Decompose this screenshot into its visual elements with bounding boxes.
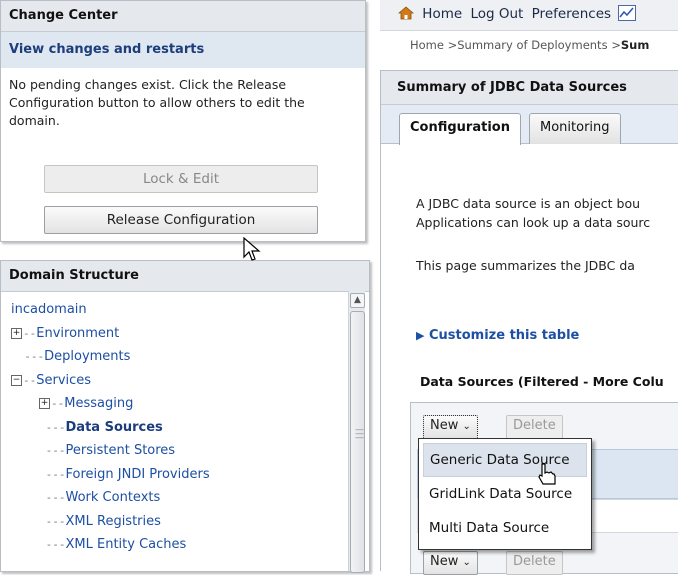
tree-item-label[interactable]: Work Contexts [66,490,161,505]
tree-item-label[interactable]: Foreign JNDI Providers [66,467,210,482]
tree-item-messaging[interactable]: + --Messaging [11,392,369,416]
tree-item-foreign-jndi[interactable]: ---Foreign JNDI Providers [11,463,369,487]
domain-structure-title: Domain Structure [1,261,369,292]
tree-item-services[interactable]: − --Services [11,369,369,393]
scroll-grip-icon: — — — [355,425,364,443]
description-line-1: A JDBC data source is an object bou [416,196,641,211]
description-line-2: Applications can look up a data sourc [416,215,651,230]
tab-bar: Configuration Monitoring [381,105,678,145]
left-column: Change Center View changes and restarts … [0,0,374,573]
domain-structure-panel: Domain Structure incadomain + --Environme… [0,260,370,573]
tree-item-deployments[interactable]: ---Deployments [11,345,369,369]
tree-item-label[interactable]: XML Entity Caches [66,537,187,552]
disclosure-triangle-icon[interactable]: ▶ [416,329,424,342]
customize-table-label[interactable]: Customize this table [429,328,579,343]
change-center-message: No pending changes exist. Click the Rele… [9,77,305,128]
chevron-down-icon[interactable]: ⌄ [463,421,471,432]
change-center-title: Change Center [1,1,365,32]
preferences-link[interactable]: Preferences [532,6,611,22]
hand-cursor [538,463,556,485]
expander-icon[interactable]: + [11,327,22,339]
home-icon[interactable] [398,6,414,20]
breadcrumb-current: Sum [620,38,650,52]
tree-item-label[interactable]: Services [36,373,91,388]
lock-edit-button[interactable]: Lock & Edit [44,165,318,193]
delete-button[interactable]: Delete [506,415,563,439]
new-dropdown-menu: Generic Data Source GridLink Data Source… [418,438,592,550]
delete-button-bottom[interactable]: Delete [506,551,563,575]
expander-icon[interactable]: − [11,374,22,386]
release-configuration-button[interactable]: Release Configuration [44,206,318,234]
tree-item-label[interactable]: Environment [36,326,119,341]
tree-item-label[interactable]: Deployments [44,349,130,364]
new-button[interactable]: New ⌄ [423,415,478,439]
chart-icon[interactable] [618,5,637,21]
menu-item-generic-data-source[interactable]: Generic Data Source [423,443,587,477]
tree-item-label[interactable]: XML Registries [66,514,161,529]
menu-item-gridlink-data-source[interactable]: GridLink Data Source [419,477,591,511]
tree-item-label[interactable]: Data Sources [66,420,163,435]
tree-root[interactable]: incadomain [11,298,369,322]
new-button-label[interactable]: New [430,418,458,433]
tree-item-xml-entity-caches[interactable]: ---XML Entity Caches [11,533,369,557]
description-line-3: This page summarizes the JDBC da [416,258,635,273]
customize-table-link[interactable]: ▶ Customize this table [416,328,579,343]
change-center-panel: Change Center View changes and restarts … [0,0,366,242]
expander-icon[interactable]: + [39,398,50,409]
tree-item-persistent-stores[interactable]: ---Persistent Stores [11,439,369,463]
tree-item-environment[interactable]: + --Environment [11,322,369,346]
domain-tree: incadomain + --Environment ---Deployments… [1,292,369,557]
new-button-label[interactable]: New [430,554,458,569]
tree-item-data-sources[interactable]: ---Data Sources [11,416,369,440]
tab-configuration[interactable]: Configuration [399,113,521,145]
menu-item-multi-data-source[interactable]: Multi Data Source [419,511,591,545]
breadcrumb: Home >Summary of Deployments >Sum [410,38,649,52]
summary-title: Summary of JDBC Data Sources [381,71,678,105]
data-sources-table-title: Data Sources (Filtered - More Colu [420,374,664,389]
tree-root-label[interactable]: incadomain [11,302,87,317]
tree-item-xml-registries[interactable]: ---XML Registries [11,510,369,534]
arrow-cursor [243,237,261,261]
breadcrumb-path[interactable]: Home >Summary of Deployments > [410,38,621,52]
tree-item-work-contexts[interactable]: ---Work Contexts [11,486,369,510]
home-link[interactable]: Home [422,6,462,22]
top-nav: Home Log Out Preferences [380,0,678,31]
tree-item-label[interactable]: Messaging [64,396,133,411]
view-changes-link[interactable]: View changes and restarts [1,32,365,68]
logout-link[interactable]: Log Out [470,6,523,22]
tree-item-label[interactable]: Persistent Stores [66,443,176,458]
scroll-thumb[interactable]: — — — [350,311,365,573]
tree-scrollbar[interactable]: ▲ — — — [348,291,365,573]
tab-monitoring[interactable]: Monitoring [529,113,621,144]
scroll-up-icon[interactable]: ▲ [350,293,365,308]
new-button-bottom[interactable]: New ⌄ [423,551,478,575]
